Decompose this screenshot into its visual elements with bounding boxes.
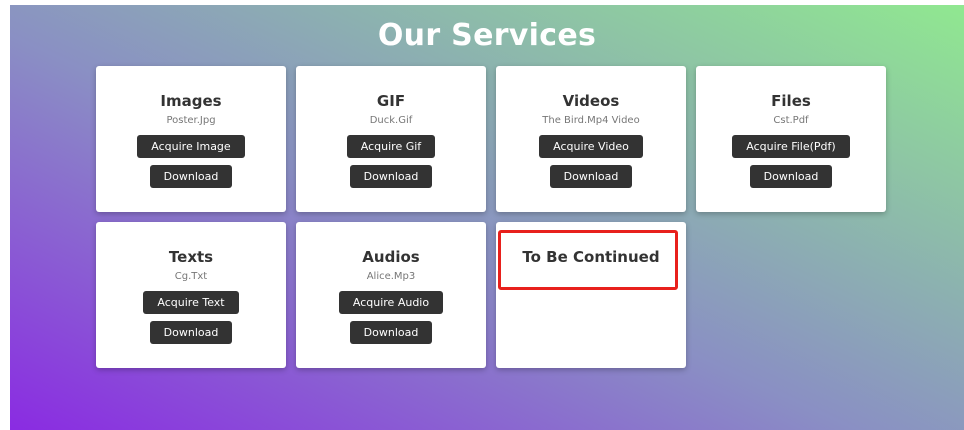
card-title: Files bbox=[771, 92, 811, 110]
service-card-to-be-continued: To Be Continued bbox=[496, 222, 686, 368]
card-filename: Poster.Jpg bbox=[166, 115, 216, 126]
download-text-button[interactable]: Download bbox=[149, 321, 233, 344]
service-card-audios: Audios Alice.Mp3 Acquire Audio Download bbox=[296, 222, 486, 368]
card-title: Videos bbox=[562, 92, 620, 110]
card-title: Images bbox=[160, 92, 222, 110]
acquire-text-button[interactable]: Acquire Text bbox=[143, 291, 239, 314]
acquire-gif-button[interactable]: Acquire Gif bbox=[346, 135, 436, 158]
acquire-file-button[interactable]: Acquire File(Pdf) bbox=[732, 135, 850, 158]
acquire-image-button[interactable]: Acquire Image bbox=[137, 135, 245, 158]
download-video-button[interactable]: Download bbox=[549, 165, 633, 188]
card-filename: Alice.Mp3 bbox=[366, 271, 416, 282]
service-card-videos: Videos The Bird.Mp4 Video Acquire Video … bbox=[496, 66, 686, 212]
card-title: Texts bbox=[168, 248, 214, 266]
card-filename: Duck.Gif bbox=[369, 115, 413, 126]
card-filename: Cg.Txt bbox=[174, 271, 208, 282]
service-card-images: Images Poster.Jpg Acquire Image Download bbox=[96, 66, 286, 212]
acquire-audio-button[interactable]: Acquire Audio bbox=[338, 291, 444, 314]
download-audio-button[interactable]: Download bbox=[349, 321, 433, 344]
services-page: Our Services Images Poster.Jpg Acquire I… bbox=[10, 5, 964, 430]
card-filename: The Bird.Mp4 Video bbox=[542, 115, 640, 126]
card-title: GIF bbox=[376, 92, 406, 110]
download-file-button[interactable]: Download bbox=[749, 165, 833, 188]
card-title: To Be Continued bbox=[522, 248, 660, 266]
service-card-texts: Texts Cg.Txt Acquire Text Download bbox=[96, 222, 286, 368]
page-title: Our Services bbox=[377, 18, 597, 53]
service-card-files: Files Cst.Pdf Acquire File(Pdf) Download bbox=[696, 66, 886, 212]
card-filename: Cst.Pdf bbox=[773, 115, 809, 126]
service-card-gif: GIF Duck.Gif Acquire Gif Download bbox=[296, 66, 486, 212]
acquire-video-button[interactable]: Acquire Video bbox=[539, 135, 643, 158]
download-gif-button[interactable]: Download bbox=[349, 165, 433, 188]
download-image-button[interactable]: Download bbox=[149, 165, 233, 188]
card-title: Audios bbox=[362, 248, 420, 266]
